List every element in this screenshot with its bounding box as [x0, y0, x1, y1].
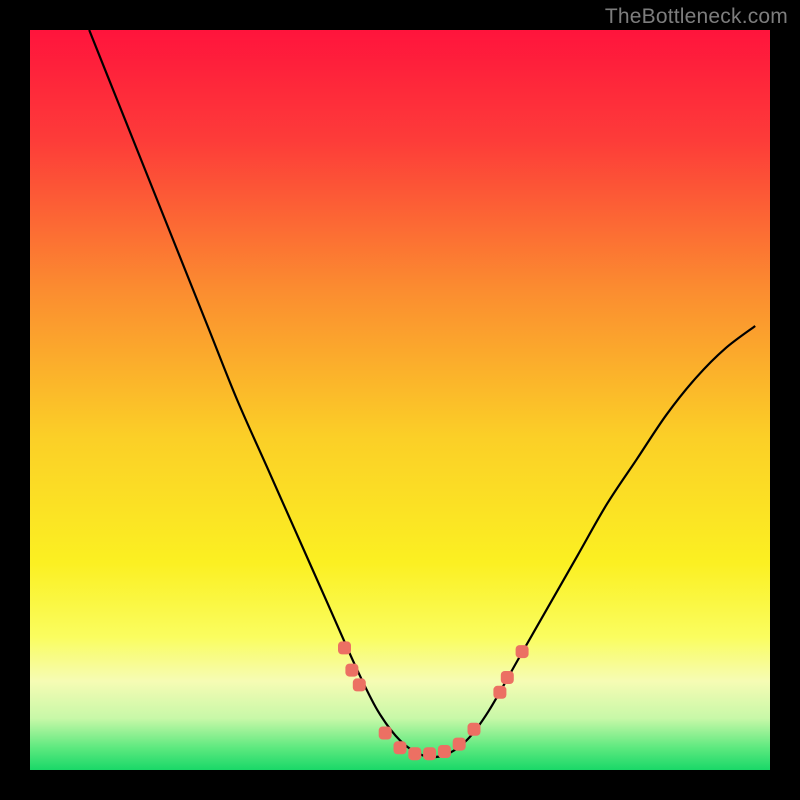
gradient-background — [30, 30, 770, 770]
data-marker — [493, 686, 506, 699]
bottleneck-chart — [30, 30, 770, 770]
data-marker — [501, 671, 514, 684]
data-marker — [423, 747, 436, 760]
chart-frame — [30, 30, 770, 770]
data-marker — [394, 741, 407, 754]
data-marker — [408, 747, 421, 760]
data-marker — [338, 641, 351, 654]
data-marker — [516, 645, 529, 658]
data-marker — [468, 723, 481, 736]
data-marker — [379, 727, 392, 740]
data-marker — [438, 745, 451, 758]
watermark-text: TheBottleneck.com — [605, 5, 788, 29]
data-marker — [345, 664, 358, 677]
data-marker — [353, 678, 366, 691]
data-marker — [453, 738, 466, 751]
